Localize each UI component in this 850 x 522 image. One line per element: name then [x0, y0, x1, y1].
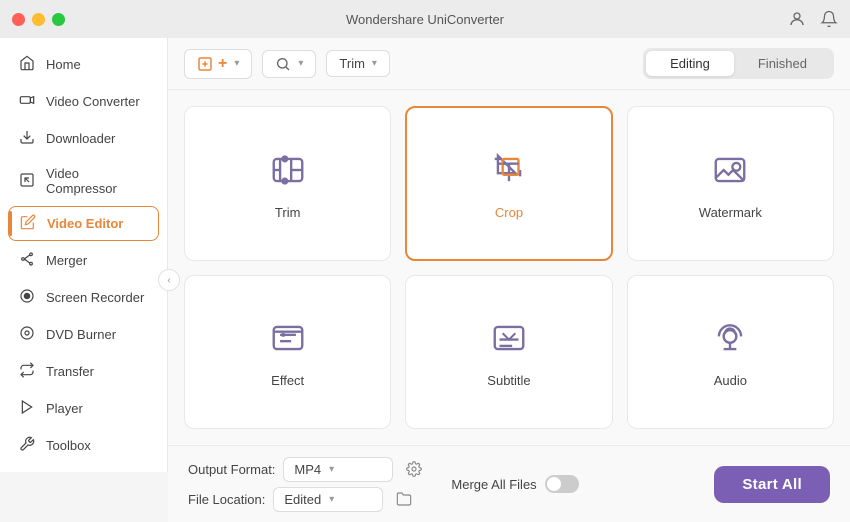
trim-icon — [265, 147, 311, 193]
close-button[interactable] — [12, 13, 25, 26]
crop-icon — [486, 147, 532, 193]
start-all-button[interactable]: Start All — [714, 466, 830, 503]
editing-tabs: Editing Finished — [643, 48, 834, 79]
sidebar-item-home[interactable]: Home — [0, 46, 167, 83]
merge-toggle[interactable] — [545, 475, 579, 493]
edit-icon — [19, 214, 37, 233]
audio-card-label: Audio — [714, 373, 747, 388]
merge-icon — [18, 251, 36, 270]
home-icon — [18, 55, 36, 74]
subtitle-card-label: Subtitle — [487, 373, 530, 388]
file-location-value: Edited — [284, 492, 321, 507]
sidebar-label-toolbox: Toolbox — [46, 438, 91, 453]
notification-icon[interactable] — [820, 10, 838, 28]
file-location-label: File Location: — [188, 492, 265, 507]
sidebar-item-transfer[interactable]: Transfer — [0, 353, 167, 390]
sidebar-item-downloader[interactable]: Downloader — [0, 120, 167, 157]
file-location-folder-icon[interactable] — [391, 486, 417, 512]
trim-chevron-icon: ▾ — [372, 58, 377, 69]
toolbox-icon — [18, 436, 36, 455]
file-location-field: File Location: Edited ▾ — [188, 486, 427, 512]
trim-dropdown[interactable]: Trim ▾ — [326, 50, 390, 77]
add-button-label: + — [218, 55, 227, 73]
sidebar-label-home: Home — [46, 57, 81, 72]
grid-card-audio[interactable]: Audio — [627, 275, 834, 430]
watermark-card-label: Watermark — [699, 205, 762, 220]
output-format-settings-icon[interactable] — [401, 456, 427, 482]
output-format-select[interactable]: MP4 ▾ — [283, 457, 393, 482]
subtitle-icon — [486, 315, 532, 361]
sidebar-item-video-converter[interactable]: Video Converter — [0, 83, 167, 120]
app-title: Wondershare UniConverter — [346, 12, 504, 27]
grid-card-trim[interactable]: Trim — [184, 106, 391, 261]
sidebar-label-merger: Merger — [46, 253, 87, 268]
add-media-button[interactable]: + ▾ — [184, 49, 252, 79]
sidebar-label-video-editor: Video Editor — [47, 216, 123, 231]
transfer-icon — [18, 362, 36, 381]
sidebar-item-toolbox[interactable]: Toolbox — [0, 427, 167, 464]
output-format-value: MP4 — [294, 462, 321, 477]
record-icon — [18, 288, 36, 307]
grid-card-watermark[interactable]: Watermark — [627, 106, 834, 261]
merge-label: Merge All Files — [451, 477, 536, 492]
sidebar-item-video-compressor[interactable]: Video Compressor — [0, 157, 167, 205]
trim-label: Trim — [339, 56, 365, 71]
output-format-label: Output Format: — [188, 462, 275, 477]
sidebar-item-screen-recorder[interactable]: Screen Recorder — [0, 279, 167, 316]
merge-section: Merge All Files — [451, 475, 578, 493]
output-format-chevron: ▾ — [329, 464, 334, 475]
sidebar-label-downloader: Downloader — [46, 131, 115, 146]
sidebar-item-dvd-burner[interactable]: DVD Burner — [0, 316, 167, 353]
sidebar: Home Video Converter Downloader Video Co… — [0, 38, 168, 472]
dvd-icon — [18, 325, 36, 344]
trim-card-label: Trim — [275, 205, 301, 220]
tab-editing[interactable]: Editing — [646, 51, 734, 76]
sidebar-label-screen-recorder: Screen Recorder — [46, 290, 144, 305]
scan-chevron-icon: ▾ — [298, 58, 303, 69]
sidebar-item-video-editor[interactable]: Video Editor — [8, 206, 159, 241]
grid-card-crop[interactable]: Crop — [405, 106, 612, 261]
output-format-field: Output Format: MP4 ▾ — [188, 456, 427, 482]
bottom-fields: Output Format: MP4 ▾ File Location: Edit… — [188, 456, 427, 512]
grid-card-subtitle[interactable]: Subtitle — [405, 275, 612, 430]
crop-card-label: Crop — [495, 205, 523, 220]
bottom-bar: Output Format: MP4 ▾ File Location: Edit… — [168, 445, 850, 522]
watermark-icon — [707, 147, 753, 193]
sidebar-label-dvd-burner: DVD Burner — [46, 327, 116, 342]
scan-button[interactable]: ▾ — [262, 50, 316, 78]
sidebar-item-merger[interactable]: Merger — [0, 242, 167, 279]
effect-icon — [265, 315, 311, 361]
download-icon — [18, 129, 36, 148]
sidebar-label-video-converter: Video Converter — [46, 94, 140, 109]
add-chevron-icon: ▾ — [234, 58, 239, 69]
window-controls — [12, 13, 65, 26]
content-area: + ▾ ▾ Trim ▾ Editing Finished — [168, 38, 850, 522]
compress-icon — [18, 172, 36, 191]
user-icon[interactable] — [788, 10, 806, 28]
player-icon — [18, 399, 36, 418]
tab-finished[interactable]: Finished — [734, 51, 831, 76]
audio-icon — [707, 315, 753, 361]
file-location-chevron: ▾ — [329, 494, 334, 505]
grid-card-effect[interactable]: Effect — [184, 275, 391, 430]
editor-grid: Trim Crop — [168, 90, 850, 445]
toolbar: + ▾ ▾ Trim ▾ Editing Finished — [168, 38, 850, 90]
sidebar-label-transfer: Transfer — [46, 364, 94, 379]
file-location-select[interactable]: Edited ▾ — [273, 487, 383, 512]
effect-card-label: Effect — [271, 373, 304, 388]
sidebar-label-player: Player — [46, 401, 83, 416]
sidebar-label-video-compressor: Video Compressor — [46, 166, 149, 196]
sidebar-collapse-button[interactable]: ‹ — [158, 269, 180, 291]
maximize-button[interactable] — [52, 13, 65, 26]
minimize-button[interactable] — [32, 13, 45, 26]
title-bar: Wondershare UniConverter — [0, 0, 850, 38]
title-bar-icons — [788, 10, 838, 28]
video-icon — [18, 92, 36, 111]
sidebar-item-player[interactable]: Player — [0, 390, 167, 427]
